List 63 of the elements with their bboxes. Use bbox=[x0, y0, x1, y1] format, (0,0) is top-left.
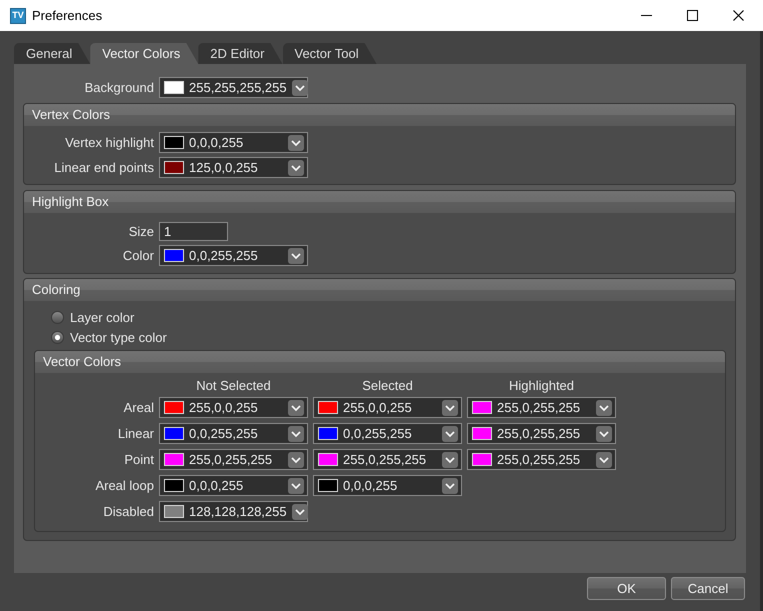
group-title: Vector Colors bbox=[35, 351, 725, 373]
chevron-down-icon bbox=[596, 452, 612, 468]
color-dropdown[interactable]: 0,0,0,255 bbox=[159, 132, 308, 153]
chevron-down-icon bbox=[288, 452, 304, 468]
color-dropdown[interactable]: 255,0,0,255 bbox=[159, 397, 308, 418]
field-label: Background bbox=[84, 80, 154, 95]
dialog-button[interactable]: Cancel bbox=[671, 577, 745, 600]
group-title: Vertex Colors bbox=[24, 104, 735, 126]
app-icon: TV bbox=[10, 8, 26, 24]
color-dropdown[interactable]: 0,0,255,255 bbox=[159, 245, 308, 266]
dialog-button[interactable]: OK bbox=[587, 577, 666, 600]
close-icon bbox=[732, 10, 744, 21]
field-label: Vertex highlight bbox=[65, 135, 154, 150]
tab[interactable]: General bbox=[14, 43, 90, 64]
chevron-down-icon bbox=[596, 426, 612, 442]
color-dropdown[interactable]: 255,255,255,255 bbox=[159, 77, 308, 98]
tab[interactable]: Vector Colors bbox=[90, 43, 198, 64]
chevron-down-icon bbox=[442, 452, 458, 468]
color-dropdown[interactable]: 0,0,0,255 bbox=[313, 475, 462, 496]
color-dropdown[interactable]: 255,0,255,255 bbox=[159, 449, 308, 470]
minimize-icon bbox=[640, 15, 652, 16]
radio-option[interactable]: Layer color bbox=[51, 307, 134, 327]
color-dropdown[interactable]: 255,0,255,255 bbox=[467, 449, 616, 470]
row-label: Disabled bbox=[103, 504, 154, 519]
color-dropdown[interactable]: 0,0,255,255 bbox=[313, 423, 462, 444]
color-dropdown[interactable]: 125,0,0,255 bbox=[159, 157, 308, 178]
field-label: Linear end points bbox=[54, 160, 154, 175]
row-label: Point bbox=[124, 452, 154, 467]
size-field[interactable]: 1 bbox=[159, 222, 228, 241]
row-label: Areal bbox=[124, 400, 154, 415]
chevron-down-icon bbox=[288, 426, 304, 442]
chevron-down-icon bbox=[288, 478, 304, 494]
column-header: Highlighted bbox=[508, 378, 574, 392]
chevron-down-icon bbox=[596, 400, 612, 416]
chevron-down-icon bbox=[292, 80, 308, 96]
field-label: Color bbox=[122, 248, 154, 263]
color-dropdown[interactable]: 255,0,0,255 bbox=[313, 397, 462, 418]
color-dropdown[interactable]: 255,0,255,255 bbox=[313, 449, 462, 470]
group-title: Coloring bbox=[24, 279, 735, 301]
row-label: Areal loop bbox=[95, 478, 154, 493]
chevron-down-icon bbox=[288, 160, 304, 176]
color-dropdown[interactable]: 0,0,0,255 bbox=[159, 475, 308, 496]
chevron-down-icon bbox=[288, 134, 304, 150]
maximize-icon bbox=[686, 10, 698, 21]
radio-option[interactable]: Vector type color bbox=[51, 327, 167, 347]
row-label: Linear bbox=[118, 426, 154, 441]
color-dropdown[interactable]: 255,0,255,255 bbox=[467, 423, 616, 444]
chevron-down-icon bbox=[288, 248, 304, 264]
color-dropdown[interactable]: 255,0,255,255 bbox=[467, 397, 616, 418]
tab[interactable]: Vector Tool bbox=[282, 43, 377, 64]
chevron-down-icon bbox=[442, 426, 458, 442]
color-dropdown[interactable]: 0,0,255,255 bbox=[159, 423, 308, 444]
tab[interactable]: 2D Editor bbox=[198, 43, 282, 64]
chevron-down-icon bbox=[442, 478, 458, 494]
window-title: Preferences bbox=[32, 8, 102, 23]
field-label: Size bbox=[128, 224, 154, 239]
chevron-down-icon bbox=[292, 504, 308, 520]
chevron-down-icon bbox=[288, 400, 304, 416]
group-title: Highlight Box bbox=[24, 191, 735, 213]
column-header: Not Selected bbox=[196, 378, 271, 392]
color-dropdown[interactable]: 128,128,128,255 bbox=[159, 501, 308, 522]
column-header: Selected bbox=[362, 378, 413, 392]
chevron-down-icon bbox=[442, 400, 458, 416]
